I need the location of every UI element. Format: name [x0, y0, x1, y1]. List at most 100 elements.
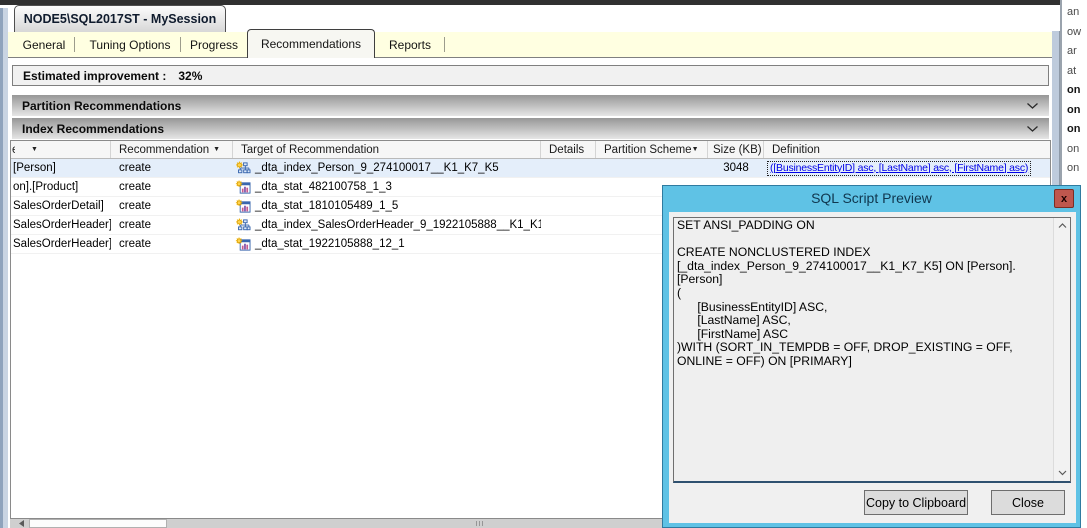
cell-target-text: _dta_index_Person_9_274100017__K1_K7_K5 [255, 162, 499, 174]
partition-recommendations-bar[interactable]: Partition Recommendations [12, 95, 1049, 116]
estimated-improvement-label: Estimated improvement : [23, 68, 167, 83]
background-text-fragment: ar [1067, 45, 1077, 57]
filter-arrow-icon[interactable]: ▼ [31, 146, 38, 153]
cell-target: _dta_index_Person_9_274100017__K1_K7_K5 [233, 159, 541, 177]
cell-details [541, 159, 596, 177]
column-header-label: Definition [772, 143, 820, 156]
partition-recommendations-title: Partition Recommendations [22, 98, 182, 113]
statistics-icon [235, 237, 251, 252]
filter-arrow-icon[interactable]: ▼ [692, 146, 699, 153]
cell-recommendation: create [119, 181, 151, 193]
cell-target-text: _dta_stat_1810105489_1_5 [255, 200, 399, 212]
background-text-fragment: on [1067, 103, 1081, 116]
clipped-header-text: e [11, 144, 15, 156]
tab-separator [180, 37, 181, 52]
sql-script-text: SET ANSI_PADDING ON CREATE NONCLUSTERED … [677, 219, 1016, 368]
column-header-partition-scheme[interactable]: Partition Scheme ▼ [596, 141, 708, 158]
screen: anowaratonononononnnnpn NODE5\SQL2017ST … [0, 0, 1087, 528]
table-row[interactable]: [Person] create _dta_index_Person_9_2741… [11, 159, 1050, 178]
cell-source: SalesOrderHeader] [13, 238, 111, 250]
tab-label: Recommendations [260, 37, 362, 51]
index-icon [235, 161, 251, 176]
estimated-improvement-box: Estimated improvement : 32% [12, 65, 1049, 86]
estimated-improvement-value: 32% [178, 68, 203, 83]
tab-label: Progress [189, 37, 239, 52]
tab-strip: General Tuning Options Progress Recommen… [8, 29, 1052, 58]
background-text-fragment: an [1067, 6, 1080, 18]
scrollbar-thumb[interactable] [29, 519, 167, 528]
chevron-down-icon[interactable] [1026, 120, 1039, 138]
close-icon[interactable]: x [1054, 189, 1074, 208]
cell-target: _dta_index_SalesOrderHeader_9_1922105888… [233, 216, 541, 234]
statistics-icon [235, 180, 251, 195]
background-text-fragment: ow [1067, 25, 1082, 38]
cell-recommendation: create [119, 238, 151, 250]
tab-reports[interactable]: Reports [381, 32, 439, 57]
filter-arrow-icon[interactable]: ▼ [213, 146, 220, 153]
cell-target-text: _dta_index_SalesOrderHeader_9_1922105888… [255, 219, 541, 231]
tab-label: General [22, 37, 66, 52]
cell-target: _dta_stat_1810105489_1_5 [233, 197, 541, 215]
cell-recommendation: create [119, 219, 151, 231]
cell-target: _dta_stat_482100758_1_3 [233, 178, 541, 196]
background-text-fragment: at [1067, 64, 1077, 77]
tab-separator [74, 37, 75, 52]
cell-target-text: _dta_stat_1922105888_12_1 [255, 238, 405, 250]
tab-general[interactable]: General [14, 32, 74, 57]
index-recommendations-bar[interactable]: Index Recommendations [12, 118, 1049, 139]
sql-script-preview-dialog: SQL Script Preview x SET ANSI_PADDING ON… [662, 185, 1081, 528]
background-text-fragment: on [1067, 123, 1081, 135]
background-text-fragment: on [1067, 84, 1081, 96]
dialog-title: SQL Script Preview [811, 190, 932, 206]
column-header-target[interactable]: Target of Recommendation [233, 141, 541, 158]
cell-details [541, 197, 596, 215]
scroll-down-icon[interactable] [1054, 465, 1070, 481]
tab-recommendations[interactable]: Recommendations [247, 29, 375, 58]
dialog-panel: SET ANSI_PADDING ON CREATE NONCLUSTERED … [669, 212, 1076, 523]
close-button[interactable]: Close [991, 490, 1065, 515]
background-text-fragment: on [1067, 162, 1080, 174]
column-header-size[interactable]: Size (KB) [708, 141, 764, 158]
column-header-details[interactable]: Details [541, 141, 596, 158]
column-header-source[interactable]: e ▼ [11, 141, 111, 158]
tab-separator [444, 37, 445, 52]
cell-size: 3048 [723, 162, 749, 174]
sql-script-textbox[interactable]: SET ANSI_PADDING ON CREATE NONCLUSTERED … [673, 217, 1071, 483]
column-header-definition[interactable]: Definition [764, 141, 1050, 158]
cell-details [541, 235, 596, 253]
cell-recommendation: create [119, 162, 151, 174]
chevron-down-icon[interactable] [1026, 97, 1039, 115]
scroll-left-icon[interactable] [14, 519, 28, 528]
tab-tuning-options[interactable]: Tuning Options [80, 32, 180, 57]
grid-header: e ▼ Recommendation ▼ Target of Recommend… [11, 141, 1050, 159]
column-header-recommendation[interactable]: Recommendation ▼ [111, 141, 233, 158]
cell-details [541, 178, 596, 196]
tab-progress[interactable]: Progress [184, 32, 244, 57]
copy-to-clipboard-button[interactable]: Copy to Clipboard [864, 490, 968, 515]
cell-source: on].[Product] [13, 181, 79, 193]
statistics-icon [235, 199, 251, 214]
cell-source: SalesOrderDetail] [13, 200, 104, 212]
cell-definition: ([BusinessEntityID] asc, [LastName] asc,… [764, 159, 1050, 177]
cell-recommendation: create [119, 200, 151, 212]
column-header-label: Recommendation [119, 143, 210, 156]
background-text-fragment: on [1067, 142, 1080, 155]
index-recommendations-title: Index Recommendations [22, 121, 165, 136]
column-header-label: Details [549, 143, 585, 156]
cell-target-text: _dta_stat_482100758_1_3 [255, 181, 392, 193]
index-icon [235, 218, 251, 233]
session-tab[interactable]: NODE5\SQL2017ST - MySession [14, 5, 226, 32]
scroll-up-icon[interactable] [1054, 218, 1070, 234]
cell-target: _dta_stat_1922105888_12_1 [233, 235, 541, 253]
vertical-scrollbar[interactable] [1053, 218, 1070, 481]
column-header-label: Partition Scheme [604, 143, 692, 156]
column-header-label: Target of Recommendation [241, 143, 380, 156]
cell-details [541, 216, 596, 234]
column-header-label: Size (KB) [713, 143, 762, 156]
scrollbar-grip [476, 521, 483, 526]
definition-link[interactable]: ([BusinessEntityID] asc, [LastName] asc,… [767, 160, 1032, 176]
session-tab-label: NODE5\SQL2017ST - MySession [23, 12, 217, 26]
cell-partition-scheme [596, 159, 708, 177]
cell-source: [Person] [13, 162, 56, 174]
cell-source: SalesOrderHeader] [13, 219, 111, 231]
